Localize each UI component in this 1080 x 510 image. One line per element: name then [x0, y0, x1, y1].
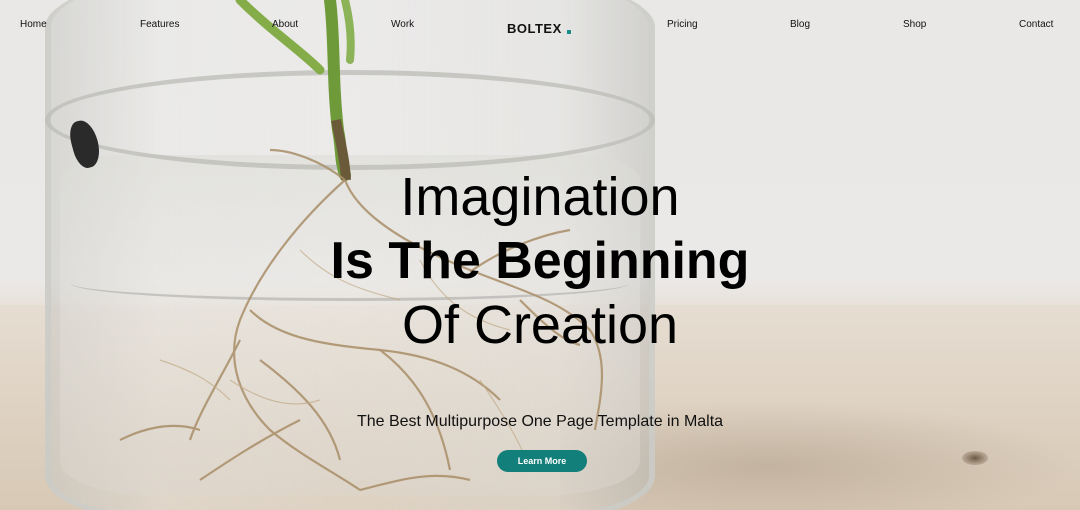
hero-heading: Imagination Is The Beginning Of Creation [0, 165, 1080, 357]
nav-link-home[interactable]: Home [20, 19, 47, 30]
learn-more-button[interactable]: Learn More [497, 450, 587, 472]
hero-line-1: Imagination [400, 167, 680, 227]
brand-name: BOLTEX [507, 21, 562, 36]
brand-dot-icon [566, 30, 571, 34]
nav-link-work[interactable]: Work [391, 19, 414, 30]
hero-subtitle: The Best Multipurpose One Page Template … [356, 413, 724, 430]
nav-link-pricing[interactable]: Pricing [667, 19, 698, 30]
hero-line-2: Is The Beginning [330, 232, 750, 290]
nav-link-blog[interactable]: Blog [790, 19, 810, 30]
nav-link-contact[interactable]: Contact [1019, 19, 1053, 30]
nav-link-shop[interactable]: Shop [903, 19, 926, 30]
brand-logo[interactable]: BOLTEX [507, 21, 571, 36]
nav-link-features[interactable]: Features [140, 19, 179, 30]
nav-link-about[interactable]: About [272, 19, 298, 30]
top-navigation: Home Features About Work BOLTEX Pricing … [0, 0, 1080, 52]
hero-line-3: Of Creation [401, 295, 679, 355]
